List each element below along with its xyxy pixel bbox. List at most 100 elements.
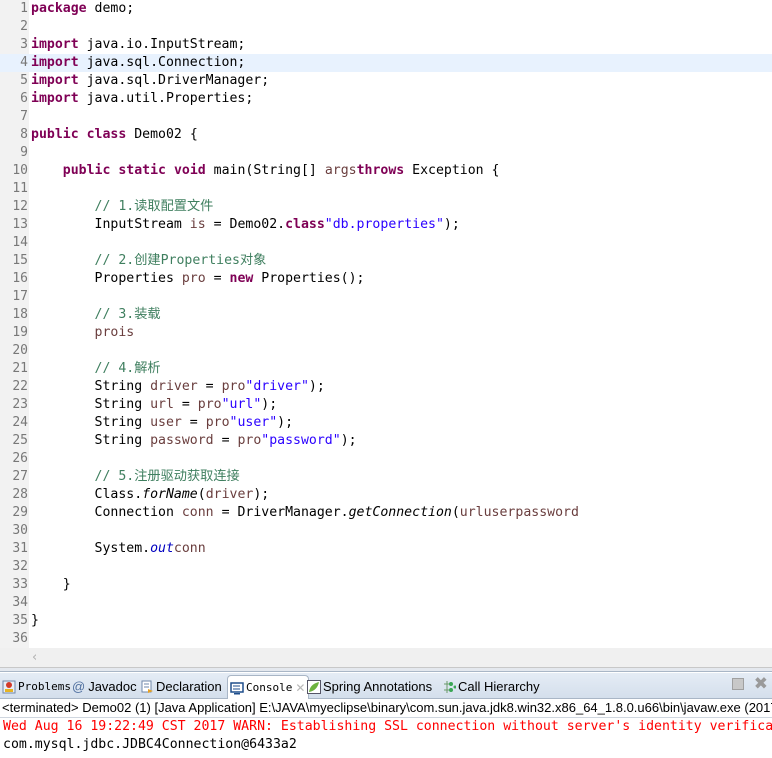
code-token: pro: [197, 397, 222, 412]
code-token: forName: [142, 487, 198, 502]
code-line[interactable]: 15 // 2.创建Properties对象: [0, 252, 772, 270]
code-token: Exception {: [404, 163, 500, 178]
spring-leaf-icon: [307, 679, 321, 694]
code-token: // 2.创建Properties对象: [94, 253, 267, 268]
code-line[interactable]: 30: [0, 522, 772, 540]
code-line[interactable]: 29 Connection conn = DriverManager.getCo…: [0, 504, 772, 522]
line-number: 4: [20, 55, 28, 70]
tab-label: Call Hierarchy: [458, 678, 540, 694]
code-line[interactable]: 6 import java.util.Properties;: [0, 90, 772, 108]
line-number: 3: [20, 37, 28, 52]
code-line[interactable]: 8 public class Demo02 {: [0, 126, 772, 144]
line-number: 25: [12, 433, 28, 448]
tab-call-hierarchy[interactable]: Call Hierarchy: [440, 675, 543, 698]
declaration-icon: [141, 680, 153, 693]
code-line[interactable]: 3 import java.io.InputStream;: [0, 36, 772, 54]
code-token: main(String[]: [205, 163, 325, 178]
code-token: getConnection: [348, 505, 452, 520]
line-number: 32: [12, 559, 28, 574]
code-line[interactable]: 26: [0, 450, 772, 468]
at-icon: @: [72, 678, 86, 694]
code-token: import: [31, 91, 79, 106]
scroll-left-arrow-icon[interactable]: ‹: [32, 650, 37, 665]
line-number: 24: [12, 415, 28, 430]
code-line[interactable]: 9: [0, 144, 772, 162]
code-line[interactable]: 21 // 4.解析: [0, 360, 772, 378]
code-token: );: [308, 379, 325, 394]
code-line[interactable]: 14: [0, 234, 772, 252]
tab-console[interactable]: Console ✕: [227, 675, 310, 699]
code-line[interactable]: 11: [0, 180, 772, 198]
code-token: url: [150, 397, 174, 412]
panel-sash[interactable]: [0, 668, 772, 672]
line-number: 29: [12, 505, 28, 520]
code-token: driver: [150, 379, 198, 394]
tab-spring-annotations[interactable]: Spring Annotations: [305, 675, 435, 698]
code-token: = DriverManager.: [213, 505, 349, 520]
line-number: 20: [12, 343, 28, 358]
line-number: 14: [12, 235, 28, 250]
code-line[interactable]: 24 String user = pro"user");: [0, 414, 772, 432]
console-view[interactable]: <terminated> Demo02 (1) [Java Applicatio…: [0, 699, 772, 758]
code-line[interactable]: 1 package demo;: [0, 0, 772, 18]
line-number: 22: [12, 379, 28, 394]
code-line[interactable]: 17: [0, 288, 772, 306]
code-line[interactable]: 20: [0, 342, 772, 360]
code-token: Class.: [31, 487, 143, 502]
code-line[interactable]: 12 // 1.读取配置文件: [0, 198, 772, 216]
code-token: String: [31, 433, 151, 448]
code-line[interactable]: 18 // 3.装载: [0, 306, 772, 324]
minimize-view-button[interactable]: [731, 678, 744, 690]
code-token: );: [277, 415, 294, 430]
console-warning-line: Wed Aug 16 19:22:49 CST 2017 WARN: Estab…: [3, 719, 772, 734]
code-line[interactable]: 2: [0, 18, 772, 36]
code-line[interactable]: 35}: [0, 612, 772, 630]
code-line[interactable]: 19 prois: [0, 324, 772, 342]
code-text: System.outconn: [31, 540, 206, 558]
close-view-button[interactable]: ✖: [754, 676, 768, 693]
code-token: public: [62, 163, 111, 178]
code-line[interactable]: 28 Class.forName(driver);: [0, 486, 772, 504]
close-tab-icon[interactable]: ✕: [295, 677, 305, 699]
code-text: import java.io.InputStream;: [31, 36, 245, 54]
code-token: java.sql.DriverManager;: [78, 73, 270, 88]
code-token: System.: [31, 541, 151, 556]
tab-declaration[interactable]: Declaration: [138, 675, 225, 698]
code-line[interactable]: 36: [0, 630, 772, 648]
code-line[interactable]: 33 }: [0, 576, 772, 594]
code-token: pro: [181, 271, 206, 286]
code-text: // 3.装载: [31, 306, 161, 324]
code-line[interactable]: 16 Properties pro = new Properties();: [0, 270, 772, 288]
code-token: package: [31, 1, 87, 16]
line-number: 30: [12, 523, 28, 538]
code-line[interactable]: 27 // 5.注册驱动获取连接: [0, 468, 772, 486]
java-code-editor[interactable]: 1 package demo; 2 3 import java.io.InputStre…: [0, 0, 772, 648]
code-line[interactable]: 32: [0, 558, 772, 576]
code-token: (: [197, 487, 206, 502]
horizontal-scrollbar[interactable]: ‹: [0, 648, 772, 668]
code-line[interactable]: 23 String url = pro"url");: [0, 396, 772, 414]
code-text: }: [31, 612, 39, 630]
code-line[interactable]: 13 InputStream is = Demo02.class"db.prop…: [0, 216, 772, 234]
code-line[interactable]: 22 String driver = pro"driver");: [0, 378, 772, 396]
tab-label: Javadoc: [88, 678, 137, 694]
code-line[interactable]: 25 String password = pro"password");: [0, 432, 772, 450]
line-number: 26: [12, 451, 28, 466]
line-number: 5: [20, 73, 28, 88]
code-line[interactable]: 31 System.outconn: [0, 540, 772, 558]
code-line[interactable]: 10 public static void main(String[] args…: [0, 162, 772, 180]
tab-problems[interactable]: Problems: [0, 675, 74, 698]
tab-javadoc[interactable]: @ Javadoc: [70, 675, 140, 698]
tab-label: Console: [246, 680, 293, 694]
code-token: );: [261, 397, 278, 412]
code-token: class: [285, 217, 325, 232]
code-line[interactable]: 7: [0, 108, 772, 126]
code-line[interactable]: 4 import java.sql.Connection;: [0, 54, 772, 72]
code-token: out: [150, 541, 174, 556]
code-token: );: [340, 433, 357, 448]
code-line[interactable]: 34: [0, 594, 772, 612]
code-line[interactable]: 5 import java.sql.DriverManager;: [0, 72, 772, 90]
